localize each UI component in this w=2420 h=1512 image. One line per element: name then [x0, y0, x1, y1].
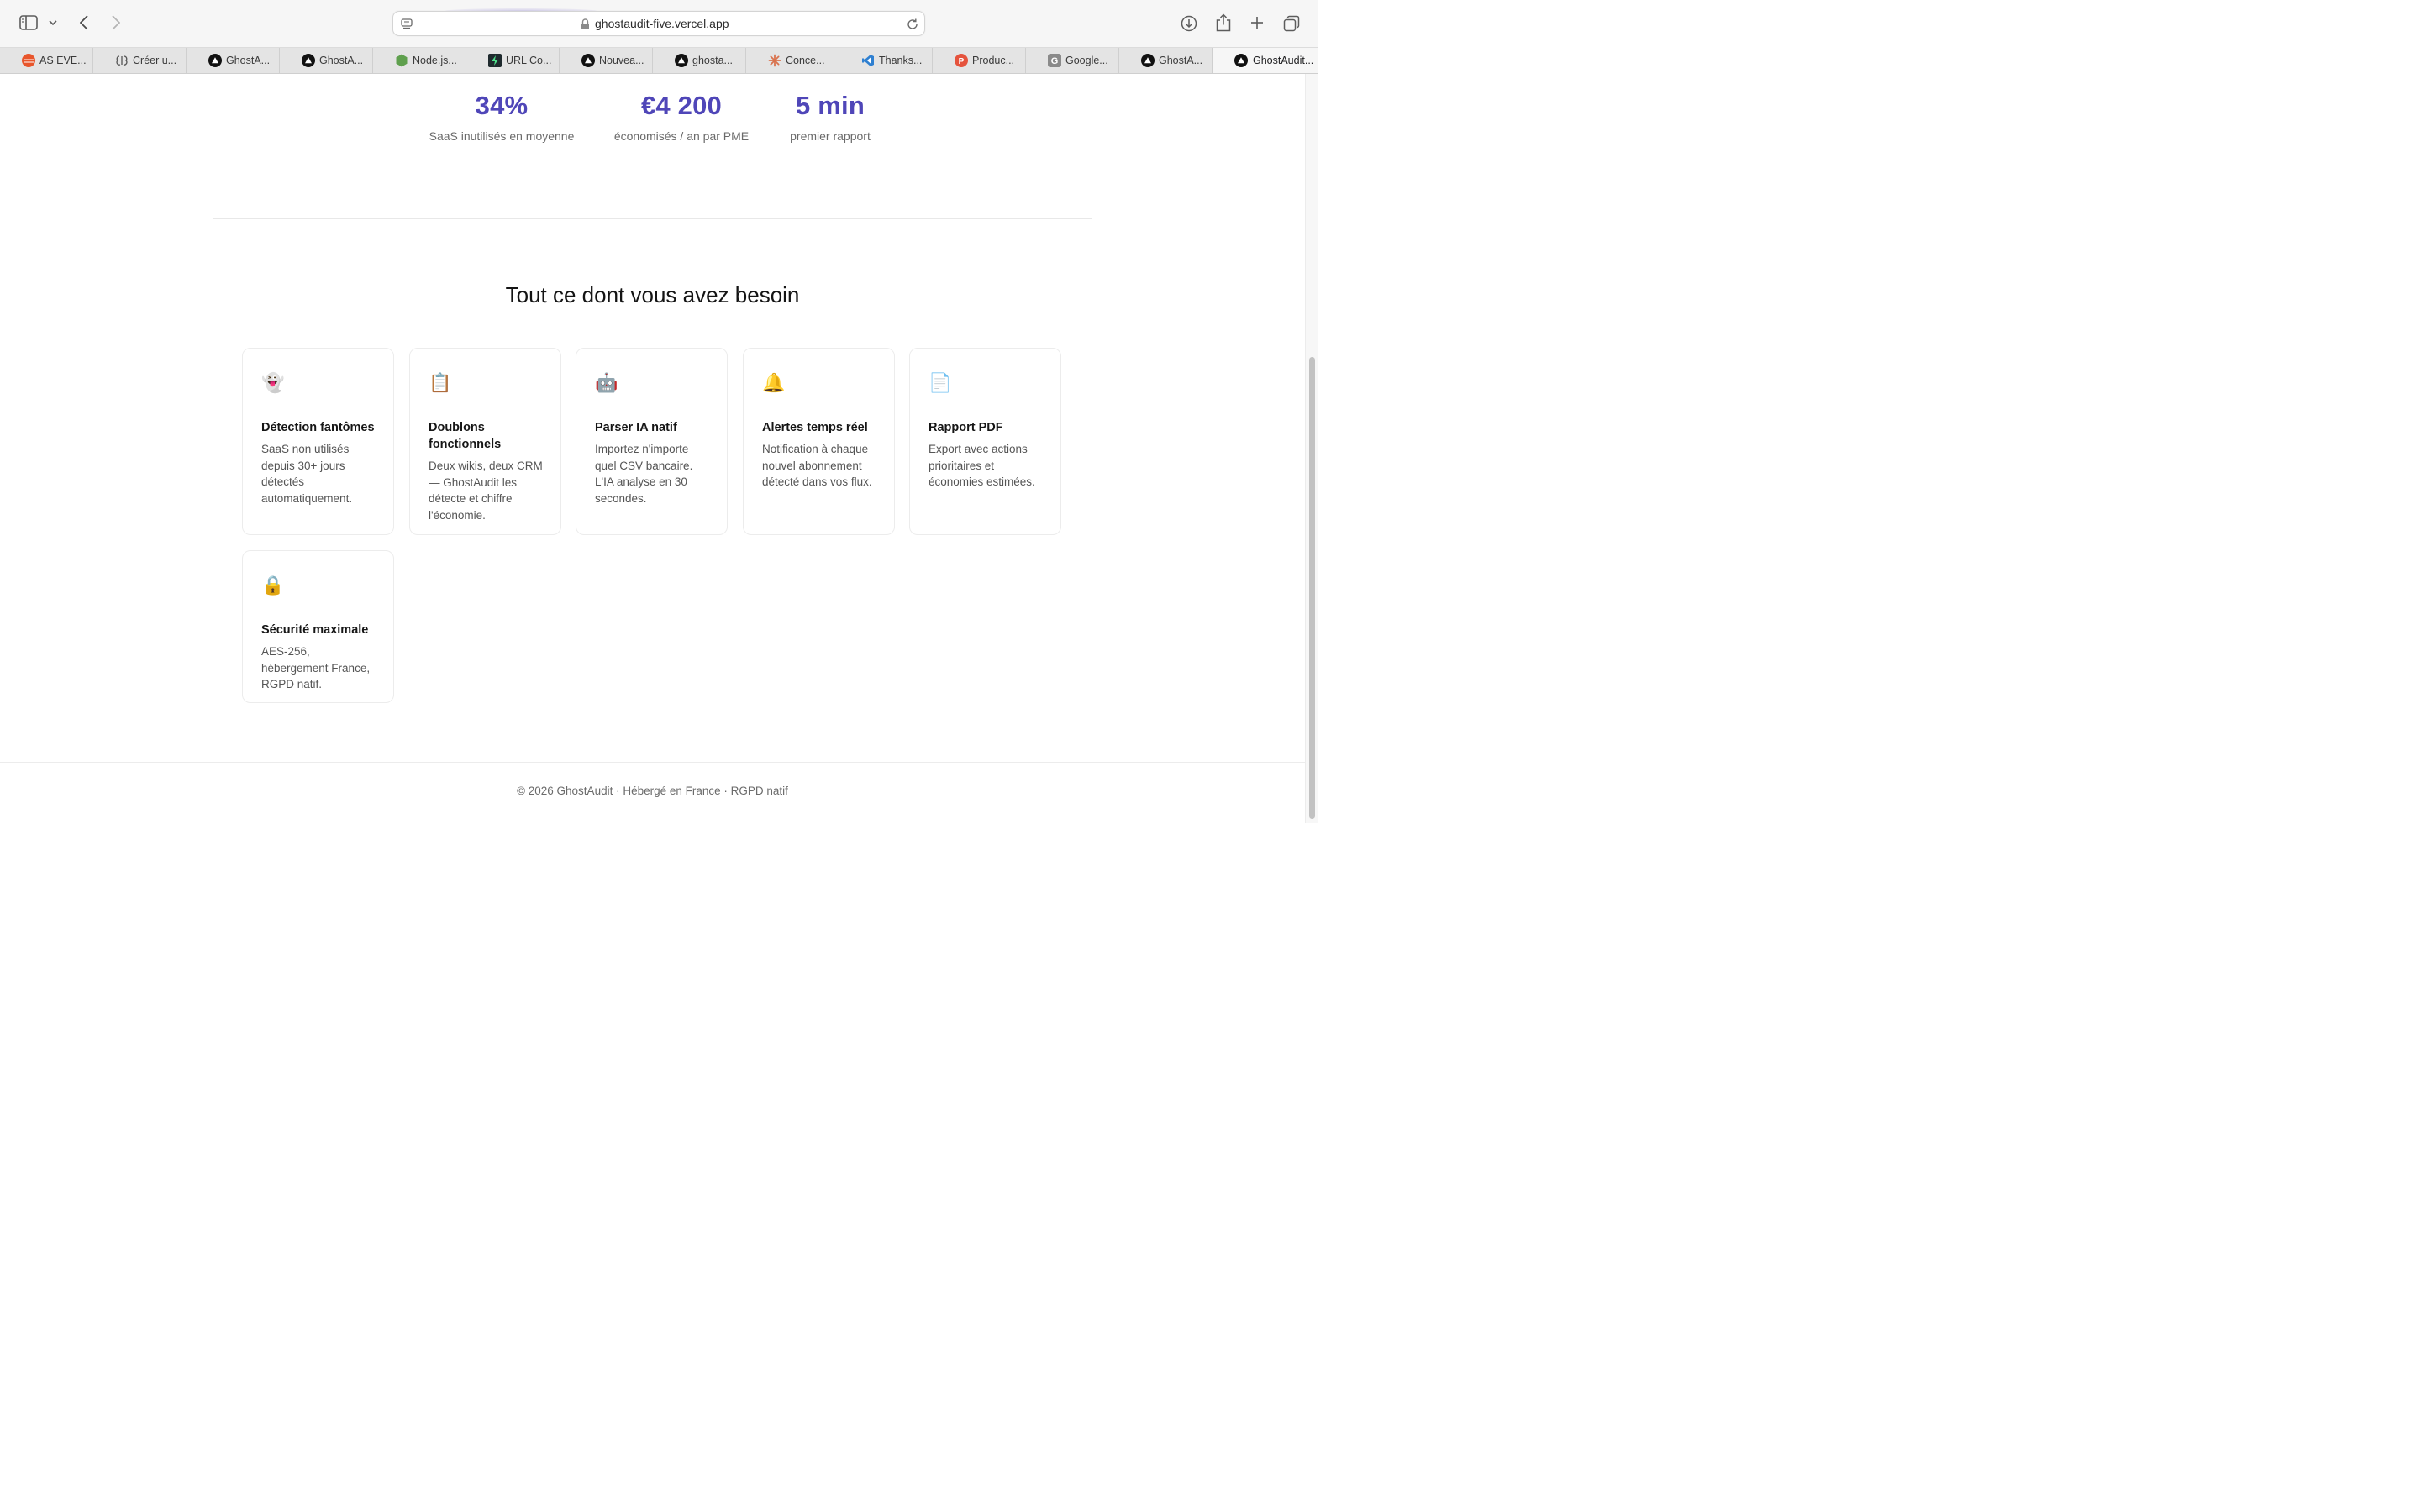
- footer-text: © 2026 GhostAudit · Hébergé en France · …: [517, 785, 788, 797]
- feature-title: Parser IA natif: [595, 421, 677, 434]
- feature-title: Doublons fonctionnels: [429, 421, 502, 451]
- stat-savings: €4 200 économisés / an par PME: [597, 91, 765, 143]
- chevron-down-icon[interactable]: [47, 17, 59, 29]
- feature-description: AES-256, hébergement France, RGPD natif.: [261, 645, 371, 691]
- feature-card-realtime-alerts: 🔔 Alertes temps réel Notification à chaq…: [743, 348, 895, 535]
- feature-description: SaaS non utilisés depuis 30+ jours détec…: [261, 443, 353, 505]
- tab-label: GhostA...: [226, 55, 271, 66]
- browser-tab[interactable]: URL Co...: [466, 48, 560, 73]
- producthunt-icon: P: [955, 54, 968, 67]
- tab-label: Google...: [1065, 55, 1108, 66]
- tab-label: GhostAudit...: [1253, 55, 1314, 66]
- lock-icon: [581, 18, 590, 34]
- stat-label: SaaS inutilisés en moyenne: [429, 129, 575, 143]
- page-scrollbar[interactable]: [1305, 74, 1318, 823]
- stat-value: 5 min: [796, 91, 865, 120]
- forward-icon[interactable]: [108, 13, 124, 32]
- share-icon[interactable]: [1215, 13, 1232, 33]
- tab-label: Thanks...: [879, 55, 923, 66]
- vercel-triangle-icon: [1234, 54, 1248, 67]
- feature-title: Détection fantômes: [261, 421, 375, 434]
- vercel-triangle-icon: [675, 54, 688, 67]
- feature-card-security: 🔒 Sécurité maximale AES-256, hébergement…: [242, 550, 394, 703]
- brain-icon: [115, 54, 129, 67]
- claude-star-icon: [768, 54, 781, 67]
- url-text: ghostaudit-five.vercel.app: [595, 17, 729, 30]
- browser-tab[interactable]: AS EVE...: [0, 48, 93, 73]
- document-icon: 📄: [929, 372, 952, 393]
- feature-description: Importez n'importe quel CSV bancaire. L'…: [595, 443, 693, 505]
- vercel-triangle-icon: [581, 54, 595, 67]
- svg-text:P: P: [959, 57, 965, 66]
- features-title: Tout ce dont vous avez besoin: [505, 282, 800, 307]
- tab-label: URL Co...: [506, 55, 552, 66]
- feature-description: Export avec actions prioritaires et écon…: [929, 443, 1035, 489]
- browser-tab[interactable]: Node.js...: [373, 48, 466, 73]
- tab-label: Nouvea...: [599, 55, 644, 66]
- feature-title: Rapport PDF: [929, 421, 1003, 434]
- orange-circle-icon: [22, 54, 35, 67]
- stat-value: €4 200: [640, 91, 723, 120]
- tab-overview-icon[interactable]: [1282, 14, 1301, 33]
- stat-label: premier rapport: [790, 129, 871, 143]
- vscode-icon: [861, 54, 875, 67]
- browser-tab[interactable]: P Produc...: [933, 48, 1026, 73]
- tab-label: AS EVE...: [39, 55, 87, 66]
- vercel-triangle-icon: [302, 54, 315, 67]
- feature-title: Alertes temps réel: [762, 421, 868, 434]
- clipboard-icon: 📋: [429, 372, 452, 393]
- stat-label: économisés / an par PME: [613, 129, 750, 143]
- tab-label: Node.js...: [413, 55, 457, 66]
- new-tab-icon[interactable]: [1249, 14, 1265, 31]
- browser-tab[interactable]: GhostA...: [187, 48, 280, 73]
- nodejs-hexagon-icon: [395, 54, 408, 67]
- robot-icon: 🤖: [595, 372, 618, 393]
- svg-text:G: G: [1051, 56, 1059, 66]
- reader-icon[interactable]: [400, 18, 413, 35]
- tab-label: ghosta...: [692, 55, 733, 66]
- feature-description: Deux wikis, deux CRM — GhostAudit les dé…: [429, 459, 543, 522]
- bell-icon: 🔔: [762, 372, 786, 393]
- stat-unused-saas: 34% SaaS inutilisés en moyenne: [418, 91, 586, 143]
- bolt-icon: [488, 54, 502, 67]
- section-divider: [213, 218, 1092, 219]
- feature-description: Notification à chaque nouvel abonnement …: [762, 443, 872, 489]
- vercel-triangle-icon: [1141, 54, 1155, 67]
- tab-label: GhostA...: [319, 55, 364, 66]
- vercel-triangle-icon: [208, 54, 222, 67]
- browser-tab[interactable]: Nouvea...: [560, 48, 653, 73]
- browser-tab[interactable]: Créer u...: [93, 48, 187, 73]
- tab-label: Produc...: [972, 55, 1015, 66]
- download-icon[interactable]: [1180, 14, 1198, 33]
- browser-toolbar: ghostaudit-five.vercel.app: [0, 0, 1318, 48]
- google-g-icon: G: [1048, 54, 1061, 67]
- browser-tab[interactable]: Thanks...: [839, 48, 933, 73]
- reload-icon[interactable]: [906, 18, 919, 35]
- feature-title: Sécurité maximale: [261, 623, 369, 637]
- scrollbar-thumb[interactable]: [1309, 357, 1315, 819]
- feature-card-ghost-detection: 👻 Détection fantômes SaaS non utilisés d…: [242, 348, 394, 535]
- ghost-icon: 👻: [261, 372, 285, 393]
- feature-card-duplicates: 📋 Doublons fonctionnels Deux wikis, deux…: [409, 348, 561, 535]
- browser-tab[interactable]: GhostA...: [280, 48, 373, 73]
- tab-label: GhostA...: [1159, 55, 1203, 66]
- feature-card-ai-parser: 🤖 Parser IA natif Importez n'importe que…: [576, 348, 728, 535]
- tab-bar: AS EVE... Créer u... GhostA... GhostA... Nod…: [0, 48, 1318, 74]
- footer-divider: [0, 762, 1305, 763]
- feature-card-pdf-report: 📄 Rapport PDF Export avec actions priori…: [909, 348, 1061, 535]
- browser-tab[interactable]: G Google...: [1026, 48, 1119, 73]
- tab-label: Conce...: [786, 55, 825, 66]
- tab-label: Créer u...: [133, 55, 177, 66]
- page-content: 34% SaaS inutilisés en moyenne €4 200 éc…: [0, 74, 1305, 823]
- sidebar-toggle-icon[interactable]: [18, 14, 39, 31]
- address-bar[interactable]: ghostaudit-five.vercel.app: [392, 11, 925, 36]
- lock-icon: 🔒: [261, 575, 285, 596]
- browser-tab[interactable]: Conce...: [746, 48, 839, 73]
- back-icon[interactable]: [76, 13, 92, 32]
- stat-first-report: 5 min premier rapport: [763, 91, 897, 143]
- stat-value: 34%: [475, 91, 529, 120]
- browser-tab[interactable]: GhostAudit...: [1213, 48, 1318, 73]
- browser-tab[interactable]: GhostA...: [1119, 48, 1213, 73]
- browser-tab[interactable]: ghosta...: [653, 48, 746, 73]
